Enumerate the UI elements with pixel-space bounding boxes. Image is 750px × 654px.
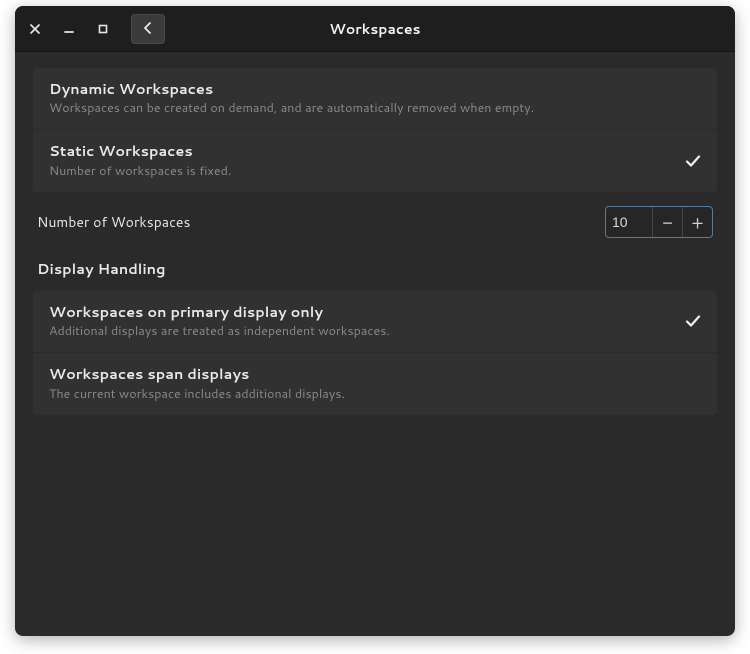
increment-button[interactable]: +: [682, 207, 712, 237]
maximize-button[interactable]: [93, 19, 113, 39]
content: Dynamic Workspaces Workspaces can be cre…: [15, 52, 735, 431]
option-subtitle: Number of workspaces is fixed.: [49, 162, 685, 180]
minimize-button[interactable]: [59, 19, 79, 39]
workspace-mode-group: Dynamic Workspaces Workspaces can be cre…: [33, 68, 717, 192]
option-subtitle: Additional displays are treated as indep…: [49, 322, 685, 340]
option-subtitle: Workspaces can be created on demand, and…: [49, 99, 701, 117]
back-button[interactable]: [131, 14, 165, 44]
option-dynamic-workspaces[interactable]: Dynamic Workspaces Workspaces can be cre…: [33, 68, 717, 129]
option-primary-display-only[interactable]: Workspaces on primary display only Addit…: [33, 291, 717, 352]
number-of-workspaces-row: Number of Workspaces − +: [33, 192, 717, 252]
option-title: Dynamic Workspaces: [49, 80, 701, 97]
settings-window: Workspaces Dynamic Workspaces Workspaces…: [15, 6, 735, 636]
option-text: Workspaces on primary display only Addit…: [49, 303, 685, 340]
display-handling-heading: Display Handling: [33, 252, 717, 291]
option-static-workspaces[interactable]: Static Workspaces Number of workspaces i…: [33, 129, 717, 191]
workspace-count-spinner: − +: [605, 206, 713, 238]
decrement-button[interactable]: −: [652, 207, 682, 237]
option-text: Workspaces span displays The current wor…: [49, 365, 701, 402]
close-button[interactable]: [25, 19, 45, 39]
window-controls: [25, 19, 113, 39]
option-subtitle: The current workspace includes additiona…: [49, 385, 701, 403]
display-handling-group: Workspaces on primary display only Addit…: [33, 291, 717, 415]
option-span-displays[interactable]: Workspaces span displays The current wor…: [33, 352, 717, 414]
workspace-count-input[interactable]: [606, 207, 652, 237]
titlebar: Workspaces: [15, 6, 735, 52]
chevron-left-icon: [143, 17, 153, 40]
check-icon: [685, 153, 701, 169]
number-label: Number of Workspaces: [37, 212, 605, 232]
option-text: Dynamic Workspaces Workspaces can be cre…: [49, 80, 701, 117]
check-icon: [685, 313, 701, 329]
option-title: Workspaces span displays: [49, 365, 701, 382]
option-title: Static Workspaces: [49, 142, 685, 159]
option-text: Static Workspaces Number of workspaces i…: [49, 142, 685, 179]
option-title: Workspaces on primary display only: [49, 303, 685, 320]
page-title: Workspaces: [15, 19, 735, 39]
